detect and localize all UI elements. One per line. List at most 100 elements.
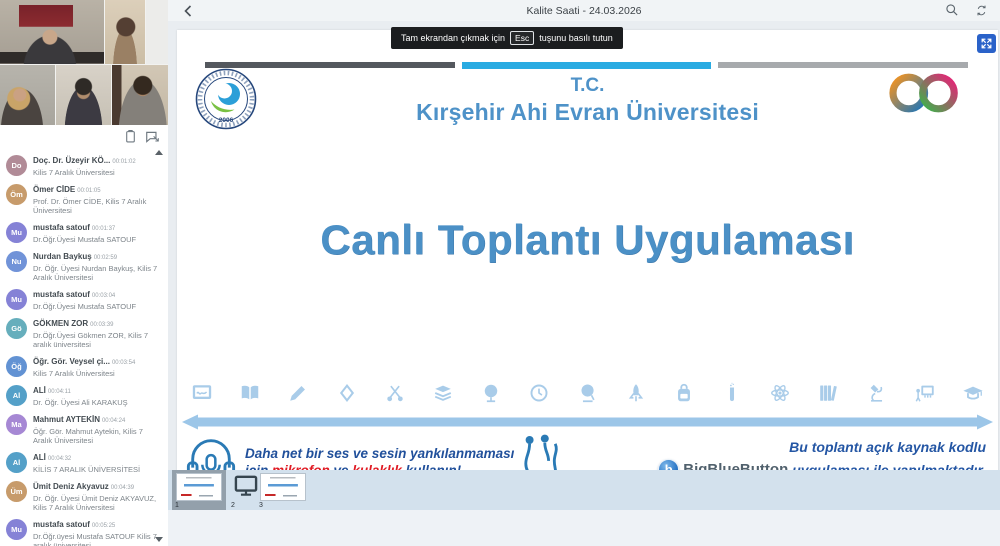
fullscreen-exit-tooltip: Tam ekrandan çıkmak için Esc tuşunu bası…	[391, 27, 623, 49]
participant-name: GÖKMEN ZOR	[33, 319, 88, 328]
participant-name: mustafa satouf	[33, 520, 90, 529]
participant-avatar: Öm	[6, 184, 27, 205]
participant-avatar: Mu	[6, 222, 27, 243]
panel-toolbar	[0, 125, 168, 148]
slide-thumbnail-1-preview	[176, 473, 222, 501]
participant-name: mustafa satouf	[33, 223, 90, 232]
participant-avatar: Öğ	[6, 356, 27, 377]
slide-header-text: T.C. Kırşehir Ahi Evran Üniversitesi	[177, 76, 998, 125]
participant-list[interactable]: Do Doç. Dr. Üzeyir KÖ...00:01:02 Kilis 7…	[0, 148, 168, 546]
clipboard-icon[interactable]	[124, 129, 137, 144]
main-area: Kalite Saati - 24.03.2026 Tam ekrandan ç…	[168, 0, 1000, 546]
webcam-feed-4[interactable]	[56, 65, 111, 125]
book-stack-icon	[432, 382, 454, 404]
webcam-feed-3[interactable]	[0, 65, 55, 125]
participant-name: Ümit Deniz Akyavuz	[33, 482, 109, 491]
participant-item[interactable]: Gö GÖKMEN ZOR00:03:39 Dr.Öğr.Üyesi Gökme…	[0, 314, 168, 352]
smartboard-icon	[191, 382, 213, 404]
participant-name: ALİ	[33, 386, 46, 395]
participant-item[interactable]: Mu mustafa satouf00:03:04 Dr.Öğr.Üyesi M…	[0, 285, 168, 314]
webcam-grid	[0, 0, 168, 125]
participant-name: Nurdan Baykuş	[33, 252, 92, 261]
globe-stand-icon	[577, 382, 599, 404]
infinity-logo	[882, 70, 970, 121]
header-bar-gray	[718, 62, 968, 68]
tc-heading: T.C.	[177, 76, 998, 96]
participant-item[interactable]: Mu mustafa satouf00:01:37 Dr.Öğr.Üyesi M…	[0, 218, 168, 247]
header-bar-cyan	[462, 62, 712, 69]
participant-item[interactable]: Al ALİ00:04:11 Dr. Öğr. Üyesi Ali KARAKU…	[0, 381, 168, 410]
webcam-feed-2[interactable]	[105, 0, 145, 64]
scroll-down-icon[interactable]	[155, 537, 163, 542]
participant-avatar: Mu	[6, 289, 27, 310]
participant-item[interactable]: Mu mustafa satouf00:05:25 Dr.Öğr.üyesi M…	[0, 515, 168, 546]
participant-subtitle: Dr. Öğr. Üyesi Ümit Deniz AKYAVUZ, Kilis…	[33, 494, 158, 512]
participant-timestamp: 00:04:24	[102, 418, 125, 424]
fullscreen-toggle-button[interactable]	[977, 34, 996, 53]
tooltip-text-pre: Tam ekrandan çıkmak için	[401, 33, 505, 43]
participant-timestamp: 00:05:25	[92, 523, 115, 529]
participant-avatar: Nu	[6, 251, 27, 272]
participant-timestamp: 00:01:37	[92, 226, 115, 232]
easel-icon	[914, 382, 936, 404]
backpack-icon	[673, 382, 695, 404]
university-name-heading: Kırşehir Ahi Evran Üniversitesi	[177, 99, 998, 125]
participant-item[interactable]: Üm Ümit Deniz Akyavuz00:04:39 Dr. Öğr. Ü…	[0, 477, 168, 515]
globe-icon	[480, 382, 502, 404]
esc-key-badge: Esc	[510, 31, 534, 45]
refresh-icon[interactable]	[975, 4, 988, 17]
participant-avatar: Al	[6, 385, 27, 406]
participant-timestamp: 00:03:04	[92, 293, 115, 299]
participant-timestamp: 00:03:39	[90, 322, 113, 328]
slide-header-bars	[205, 62, 968, 68]
tooltip-text-post: tuşunu basılı tutun	[539, 33, 613, 43]
double-arrow-divider	[181, 414, 994, 430]
participant-avatar: Üm	[6, 481, 27, 502]
participant-subtitle: Dr.Öğr.Üyesi Gökmen ZOR, Kilis 7 aralık …	[33, 331, 158, 349]
bottom-padding-strip	[168, 510, 1000, 546]
participant-avatar: Ma	[6, 414, 27, 435]
rocket-icon	[625, 382, 647, 404]
participant-name: Ömer CİDE	[33, 185, 75, 194]
participant-item[interactable]: Ma Mahmut AYTEKİN00:04:24 Öğr. Gör. Mahm…	[0, 410, 168, 448]
education-icon-band	[183, 379, 992, 407]
participant-subtitle: Dr.Öğr.üyesi Mustafa SATOUF Kilis 7 aral…	[33, 532, 158, 546]
left-panel: Do Doç. Dr. Üzeyir KÖ...00:01:02 Kilis 7…	[0, 0, 168, 546]
webcam-empty-slot	[146, 0, 168, 64]
webcam-feed-1[interactable]	[0, 0, 104, 64]
participant-item[interactable]: Öğ Öğr. Gör. Veysel çi...00:03:54 Kilis …	[0, 352, 168, 381]
thumbnail-number: 3	[259, 502, 263, 509]
open-book-icon	[239, 382, 261, 404]
atom-icon	[769, 382, 791, 404]
participant-subtitle: Dr. Öğr. Üyesi Ali KARAKUŞ	[33, 398, 128, 407]
slide-canvas[interactable]: 2006 T.C. Kırşehir Ahi Evran Üniversites…	[177, 30, 998, 490]
participant-item[interactable]: Do Doç. Dr. Üzeyir KÖ...00:01:02 Kilis 7…	[0, 151, 168, 180]
bookshelf-icon	[817, 382, 839, 404]
scroll-up-icon[interactable]	[155, 150, 163, 155]
back-chevron-icon[interactable]	[180, 3, 196, 19]
chat-share-icon[interactable]	[145, 130, 160, 144]
participant-name: Öğr. Gör. Veysel çi...	[33, 357, 110, 366]
participant-item[interactable]: Nu Nurdan Baykuş00:02:59 Dr. Öğr. Üyesi …	[0, 247, 168, 285]
bbb-note-line-1: Bu toplantı açık kaynak kodlu	[658, 438, 986, 456]
participant-item[interactable]: Öm Ömer CİDE00:01:05 Prof. Dr. Ömer CİDE…	[0, 180, 168, 218]
participant-subtitle: Kilis 7 Aralık Üniversitesi	[33, 168, 136, 177]
participant-timestamp: 00:02:59	[94, 255, 117, 261]
pencil-icon	[287, 382, 309, 404]
slide-main-title: Canlı Toplantı Uygulaması	[177, 216, 998, 264]
slide-filmstrip: 1 2 3	[168, 470, 1000, 510]
slide-thumbnail-1[interactable]: 1	[172, 470, 226, 510]
participant-subtitle: KİLİS 7 ARALIK ÜNİVERSİTESİ	[33, 465, 140, 474]
participant-avatar: Do	[6, 155, 27, 176]
participant-name: Mahmut AYTEKİN	[33, 415, 100, 424]
participant-timestamp: 00:04:32	[48, 456, 71, 462]
slide-thumbnail-3[interactable]: 3	[256, 470, 310, 510]
thumbnail-number: 2	[231, 502, 235, 509]
participant-subtitle: Dr.Öğr.Üyesi Mustafa SATOUF	[33, 235, 136, 244]
participant-avatar: Mu	[6, 519, 27, 540]
search-icon[interactable]	[945, 3, 959, 17]
participant-item[interactable]: Al ALİ00:04:32 KİLİS 7 ARALIK ÜNİVERSİTE…	[0, 448, 168, 477]
slide-thumbnail-3-preview	[260, 473, 306, 501]
webcam-feed-5[interactable]	[112, 65, 168, 125]
presentation-stage: Tam ekrandan çıkmak için Esc tuşunu bası…	[168, 21, 1000, 546]
